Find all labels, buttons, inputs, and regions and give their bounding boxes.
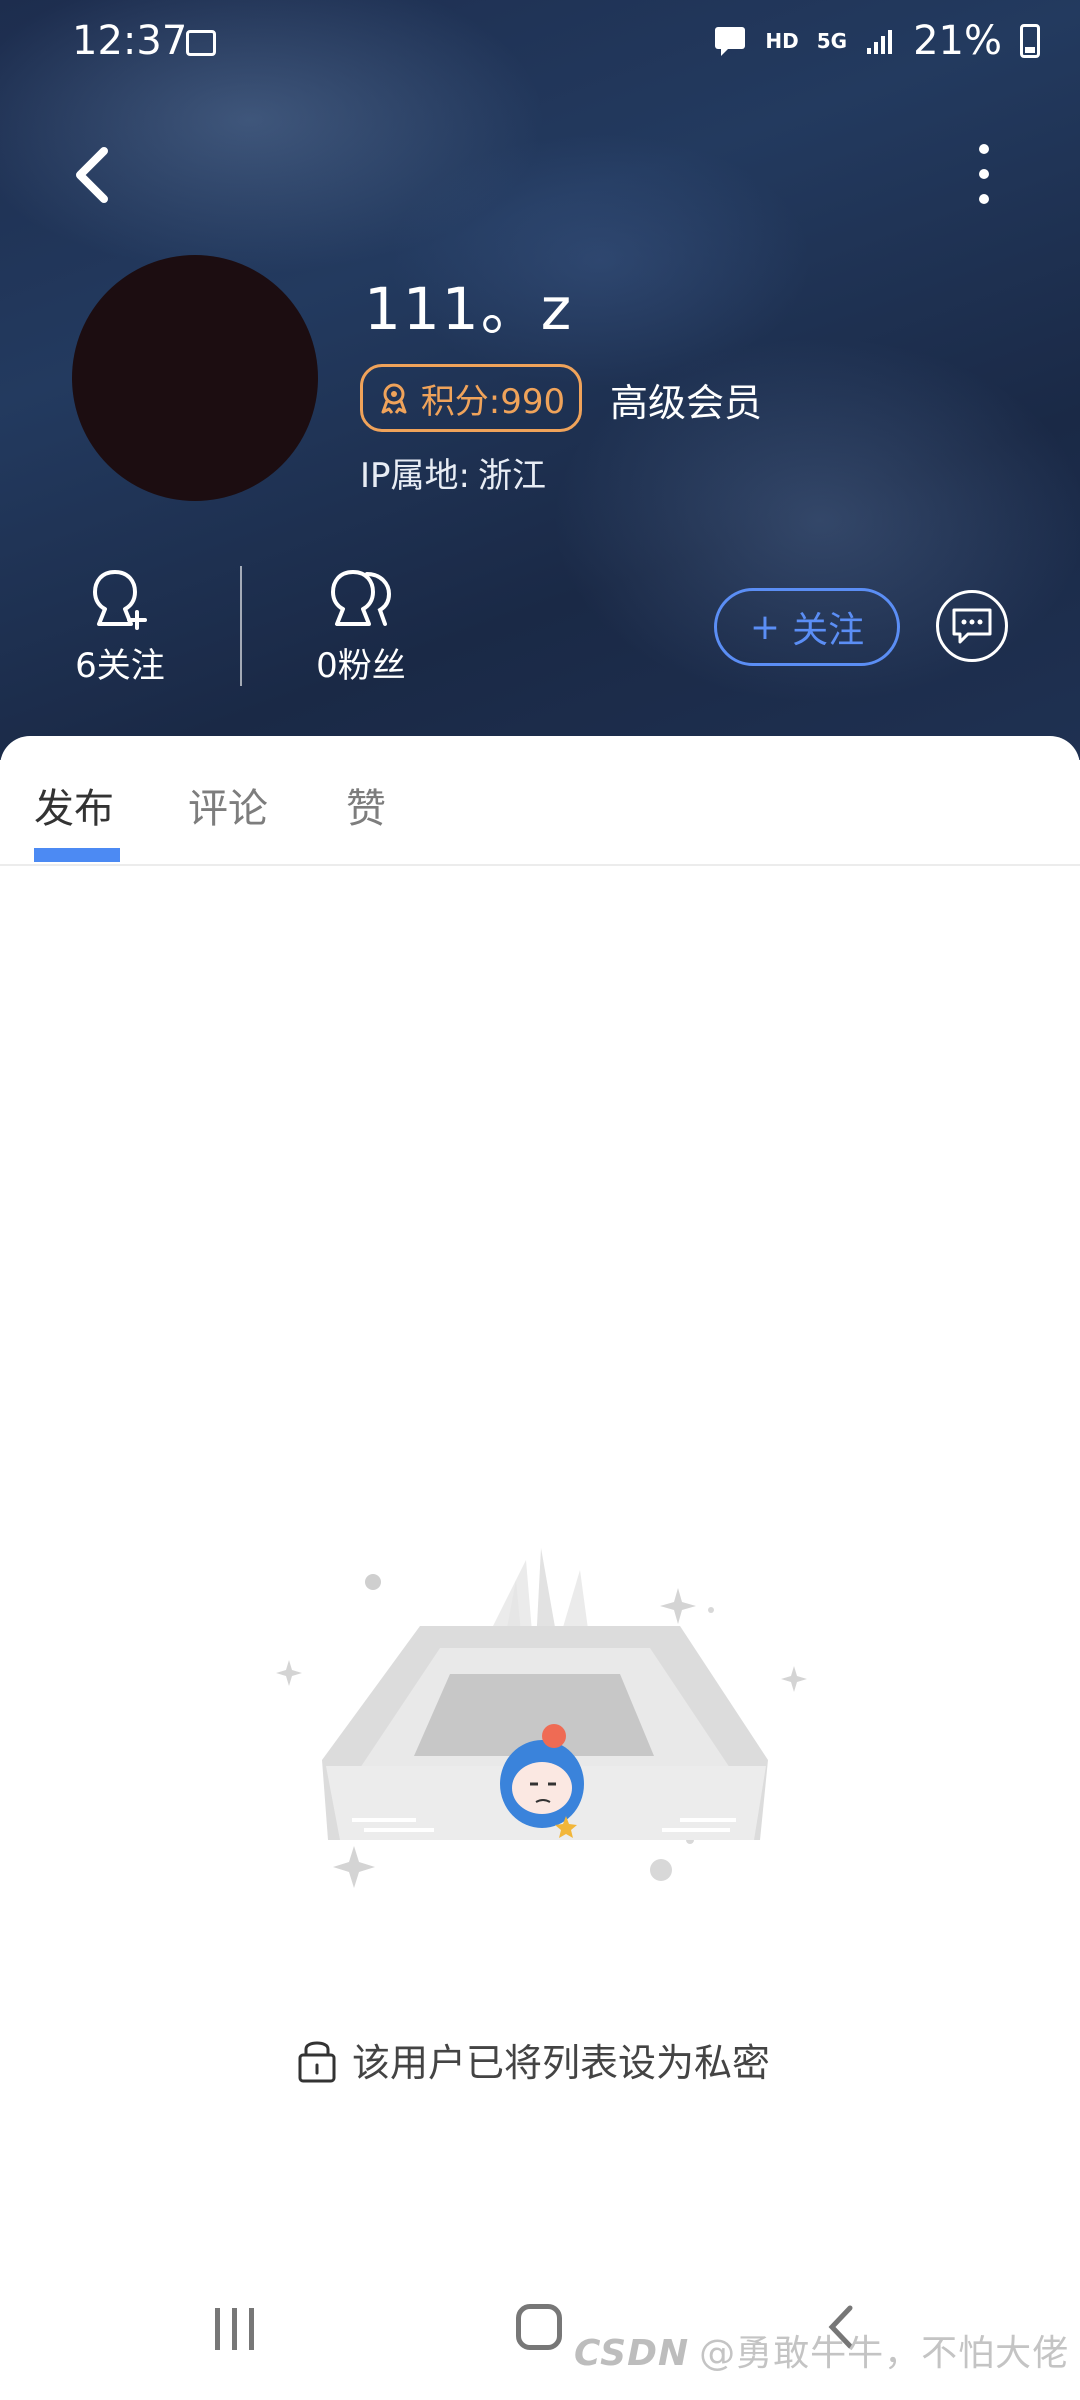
ip-label: IP属地: <box>360 456 470 496</box>
signal-icon <box>867 30 893 54</box>
watermark: CSDN @勇敢牛牛，不怕大佬 <box>574 2333 1070 2374</box>
followers-count: 0粉丝 <box>316 646 406 686</box>
message-button[interactable] <box>936 590 1008 662</box>
avatar[interactable] <box>72 255 318 501</box>
profile-header-background: 12:37 HD 5G 21% 111。z 积分:990 高级会员 IP属地: … <box>0 0 1080 760</box>
fans-icon <box>331 570 392 626</box>
status-bar: 12:37 HD 5G 21% <box>0 0 1080 86</box>
network-hd: HD <box>765 29 799 53</box>
battery-percent: 21% <box>913 18 1002 64</box>
tab-comments[interactable]: 评论 <box>188 776 268 834</box>
lock-icon <box>298 2041 336 2082</box>
chevron-left-icon[interactable] <box>70 145 114 205</box>
points-text: 积分:990 <box>420 381 566 422</box>
followers-stat[interactable]: 0粉丝 <box>286 566 436 687</box>
user-name: 111。z <box>364 275 574 343</box>
stats-divider <box>240 566 242 686</box>
private-list-message: 该用户已将列表设为私密 <box>296 2032 770 2087</box>
follow-label: 关注 <box>792 610 865 651</box>
content-panel: 发布 评论 赞 该用户已将列表设为私密 <box>0 736 1080 2400</box>
add-user-icon <box>93 570 147 630</box>
empty-box-illustration <box>276 1548 807 1888</box>
more-vertical-icon[interactable] <box>968 144 1000 204</box>
image-notification-icon <box>186 30 216 56</box>
network-5g: 5G <box>816 29 848 53</box>
medal-icon <box>381 383 407 414</box>
tab-bar: 发布 评论 赞 <box>0 736 1080 866</box>
following-count: 6关注 <box>75 646 165 686</box>
ip-location: IP属地: 浙江 <box>360 448 546 497</box>
tab-likes[interactable]: 赞 <box>346 776 386 834</box>
tab-indicator <box>34 848 120 862</box>
chat-icon <box>952 608 992 644</box>
private-message-text: 该用户已将列表设为私密 <box>352 2041 771 2085</box>
follow-button[interactable]: + 关注 <box>714 588 900 666</box>
tab-posts[interactable]: 发布 <box>34 776 114 834</box>
home-icon[interactable] <box>516 2304 562 2350</box>
status-right: HD 5G 21% <box>713 18 1040 64</box>
following-stat[interactable]: 6关注 <box>45 566 195 687</box>
status-time: 12:37 <box>72 18 188 64</box>
plus-icon: + <box>749 606 781 648</box>
message-notification-icon <box>715 27 746 56</box>
member-level: 高级会员 <box>610 381 763 425</box>
watermark-text: @勇敢牛牛，不怕大佬 <box>699 2333 1070 2374</box>
ip-value: 浙江 <box>478 456 546 496</box>
points-badge[interactable]: 积分:990 <box>360 364 582 432</box>
battery-icon <box>1020 24 1040 58</box>
recents-icon[interactable] <box>215 2308 254 2350</box>
